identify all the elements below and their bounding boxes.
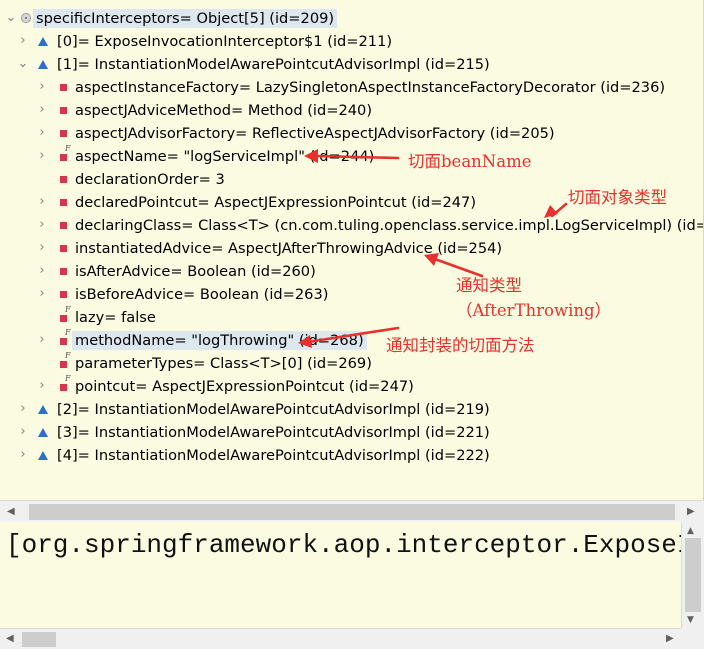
tree-horizontal-scrollbar[interactable]: ◀ ▶ xyxy=(0,500,704,522)
scroll-right-icon[interactable]: ▶ xyxy=(687,505,695,519)
scrollbar-thumb[interactable] xyxy=(22,632,56,647)
variables-tree[interactable]: ⌄ specificInterceptors= Object[5] (id=20… xyxy=(0,0,704,500)
annotation-advice-type: 通知类型 xyxy=(456,276,522,295)
detail-vertical-scrollbar[interactable]: ▲ ▼ xyxy=(681,522,704,628)
scroll-right-icon[interactable]: ▶ xyxy=(666,632,674,646)
detail-pane[interactable]: [org.springframework.aop.interceptor.Exp… xyxy=(0,522,704,628)
detail-value-text[interactable]: [org.springframework.aop.interceptor.Exp… xyxy=(6,527,704,563)
scroll-left-icon[interactable]: ◀ xyxy=(6,632,14,646)
annotation-aspect-class: 切面对象类型 xyxy=(568,188,667,207)
annotation-advice-method: 通知封装的切面方法 xyxy=(386,336,535,355)
annotation-arrow-advice-method xyxy=(306,326,400,344)
annotation-arrowhead xyxy=(298,335,312,348)
scroll-down-icon[interactable]: ▼ xyxy=(687,614,694,626)
annotation-arrowhead xyxy=(304,149,318,163)
scrollbar-corner xyxy=(681,628,704,649)
annotation-advice-type-sub: （AfterThrowing） xyxy=(456,301,612,320)
detail-horizontal-scrollbar[interactable]: ◀ ▶ xyxy=(0,628,681,649)
scrollbar-thumb[interactable] xyxy=(29,504,675,520)
annotation-bean-name: 切面beanName xyxy=(408,152,532,171)
annotation-arrow-bean-name xyxy=(313,154,400,160)
annotation-arrows xyxy=(298,149,568,348)
scrollbar-thumb[interactable] xyxy=(685,538,701,612)
scroll-left-icon[interactable]: ◀ xyxy=(7,505,15,519)
annotation-arrow-advice-type xyxy=(430,256,484,278)
scroll-up-icon[interactable]: ▲ xyxy=(687,525,694,537)
debugger-variables-view: ⌄ specificInterceptors= Object[5] (id=20… xyxy=(0,0,704,649)
